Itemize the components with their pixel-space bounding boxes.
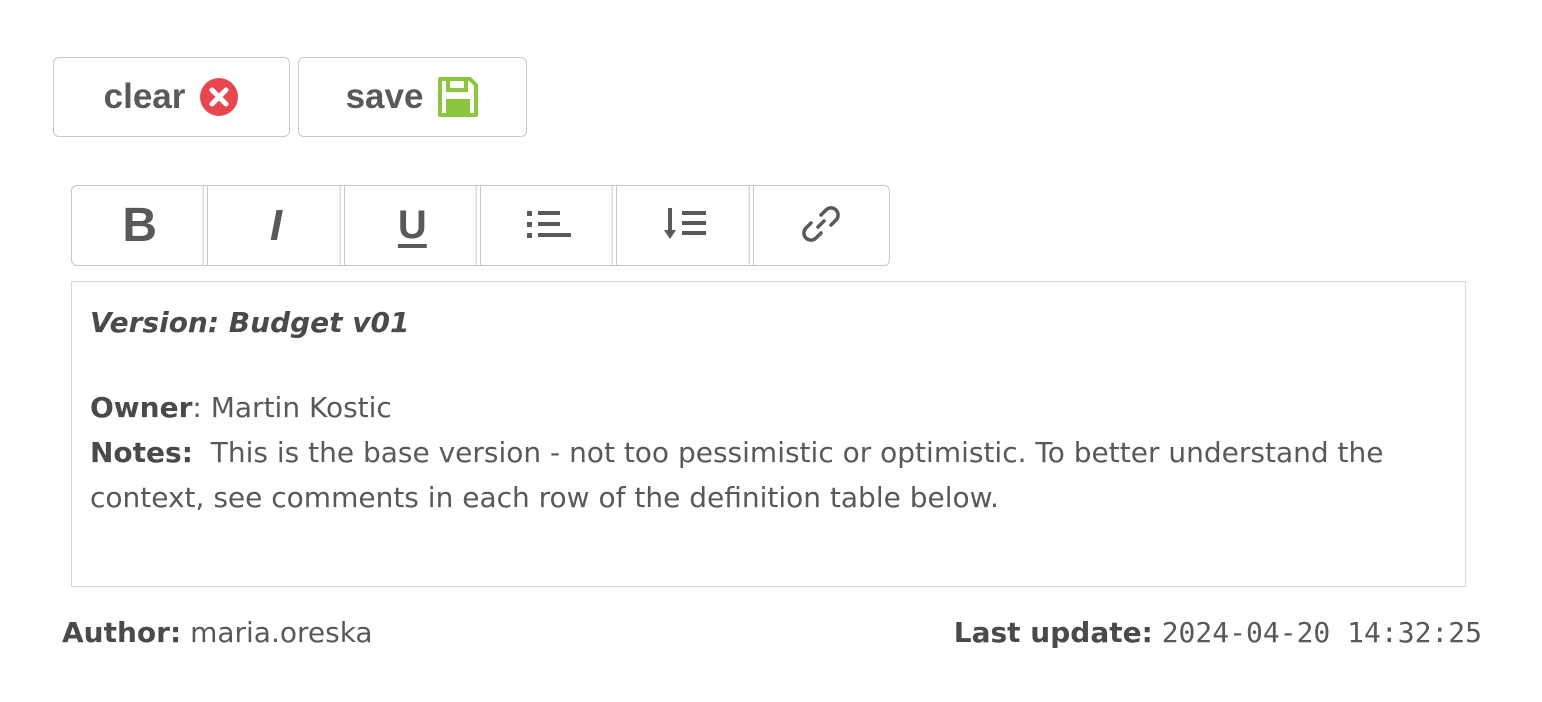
save-button-label: save (345, 77, 424, 116)
notes-editor[interactable]: Version: Budget v01 Owner: Martin Kostic… (71, 281, 1466, 587)
sort-list-icon (661, 205, 709, 247)
bullet-list-icon (525, 207, 573, 245)
ordered-list-button[interactable] (617, 186, 754, 265)
author-info: Author: maria.oreska (62, 616, 373, 649)
owner-value: : Martin Kostic (192, 391, 392, 424)
clear-button[interactable]: clear (53, 57, 290, 137)
notes-label: Notes: (90, 436, 193, 469)
italic-button[interactable]: I (208, 186, 345, 265)
version-line: Version: Budget v01 (90, 306, 410, 339)
link-icon (799, 202, 843, 250)
clear-button-label: clear (103, 77, 186, 116)
last-update-info: Last update: 2024-04-20 14:32:25 (954, 616, 1482, 649)
underline-button[interactable]: U (345, 186, 481, 265)
author-label: Author: (62, 616, 182, 649)
formatting-toolbar: B I U (71, 185, 890, 266)
bold-button[interactable]: B (72, 186, 209, 265)
underline-icon: U (397, 203, 427, 247)
last-update-value: 2024-04-20 14:32:25 (1161, 616, 1482, 649)
link-button[interactable] (754, 186, 889, 265)
notes-value: This is the base version - not too pessi… (90, 436, 1393, 514)
italic-icon: I (269, 200, 283, 250)
notes-paragraph: Notes: This is the base version - not to… (90, 430, 1447, 520)
bullet-list-button[interactable] (481, 186, 618, 265)
save-button[interactable]: save (298, 57, 527, 137)
author-value: maria.oreska (190, 616, 373, 649)
last-update-label: Last update: (953, 616, 1153, 649)
floppy-disk-icon (437, 76, 479, 118)
owner-label: Owner (90, 391, 193, 424)
clear-circle-x-icon (199, 77, 239, 117)
bold-icon: B (122, 199, 157, 252)
owner-line: Owner: Martin Kostic (90, 385, 1447, 430)
